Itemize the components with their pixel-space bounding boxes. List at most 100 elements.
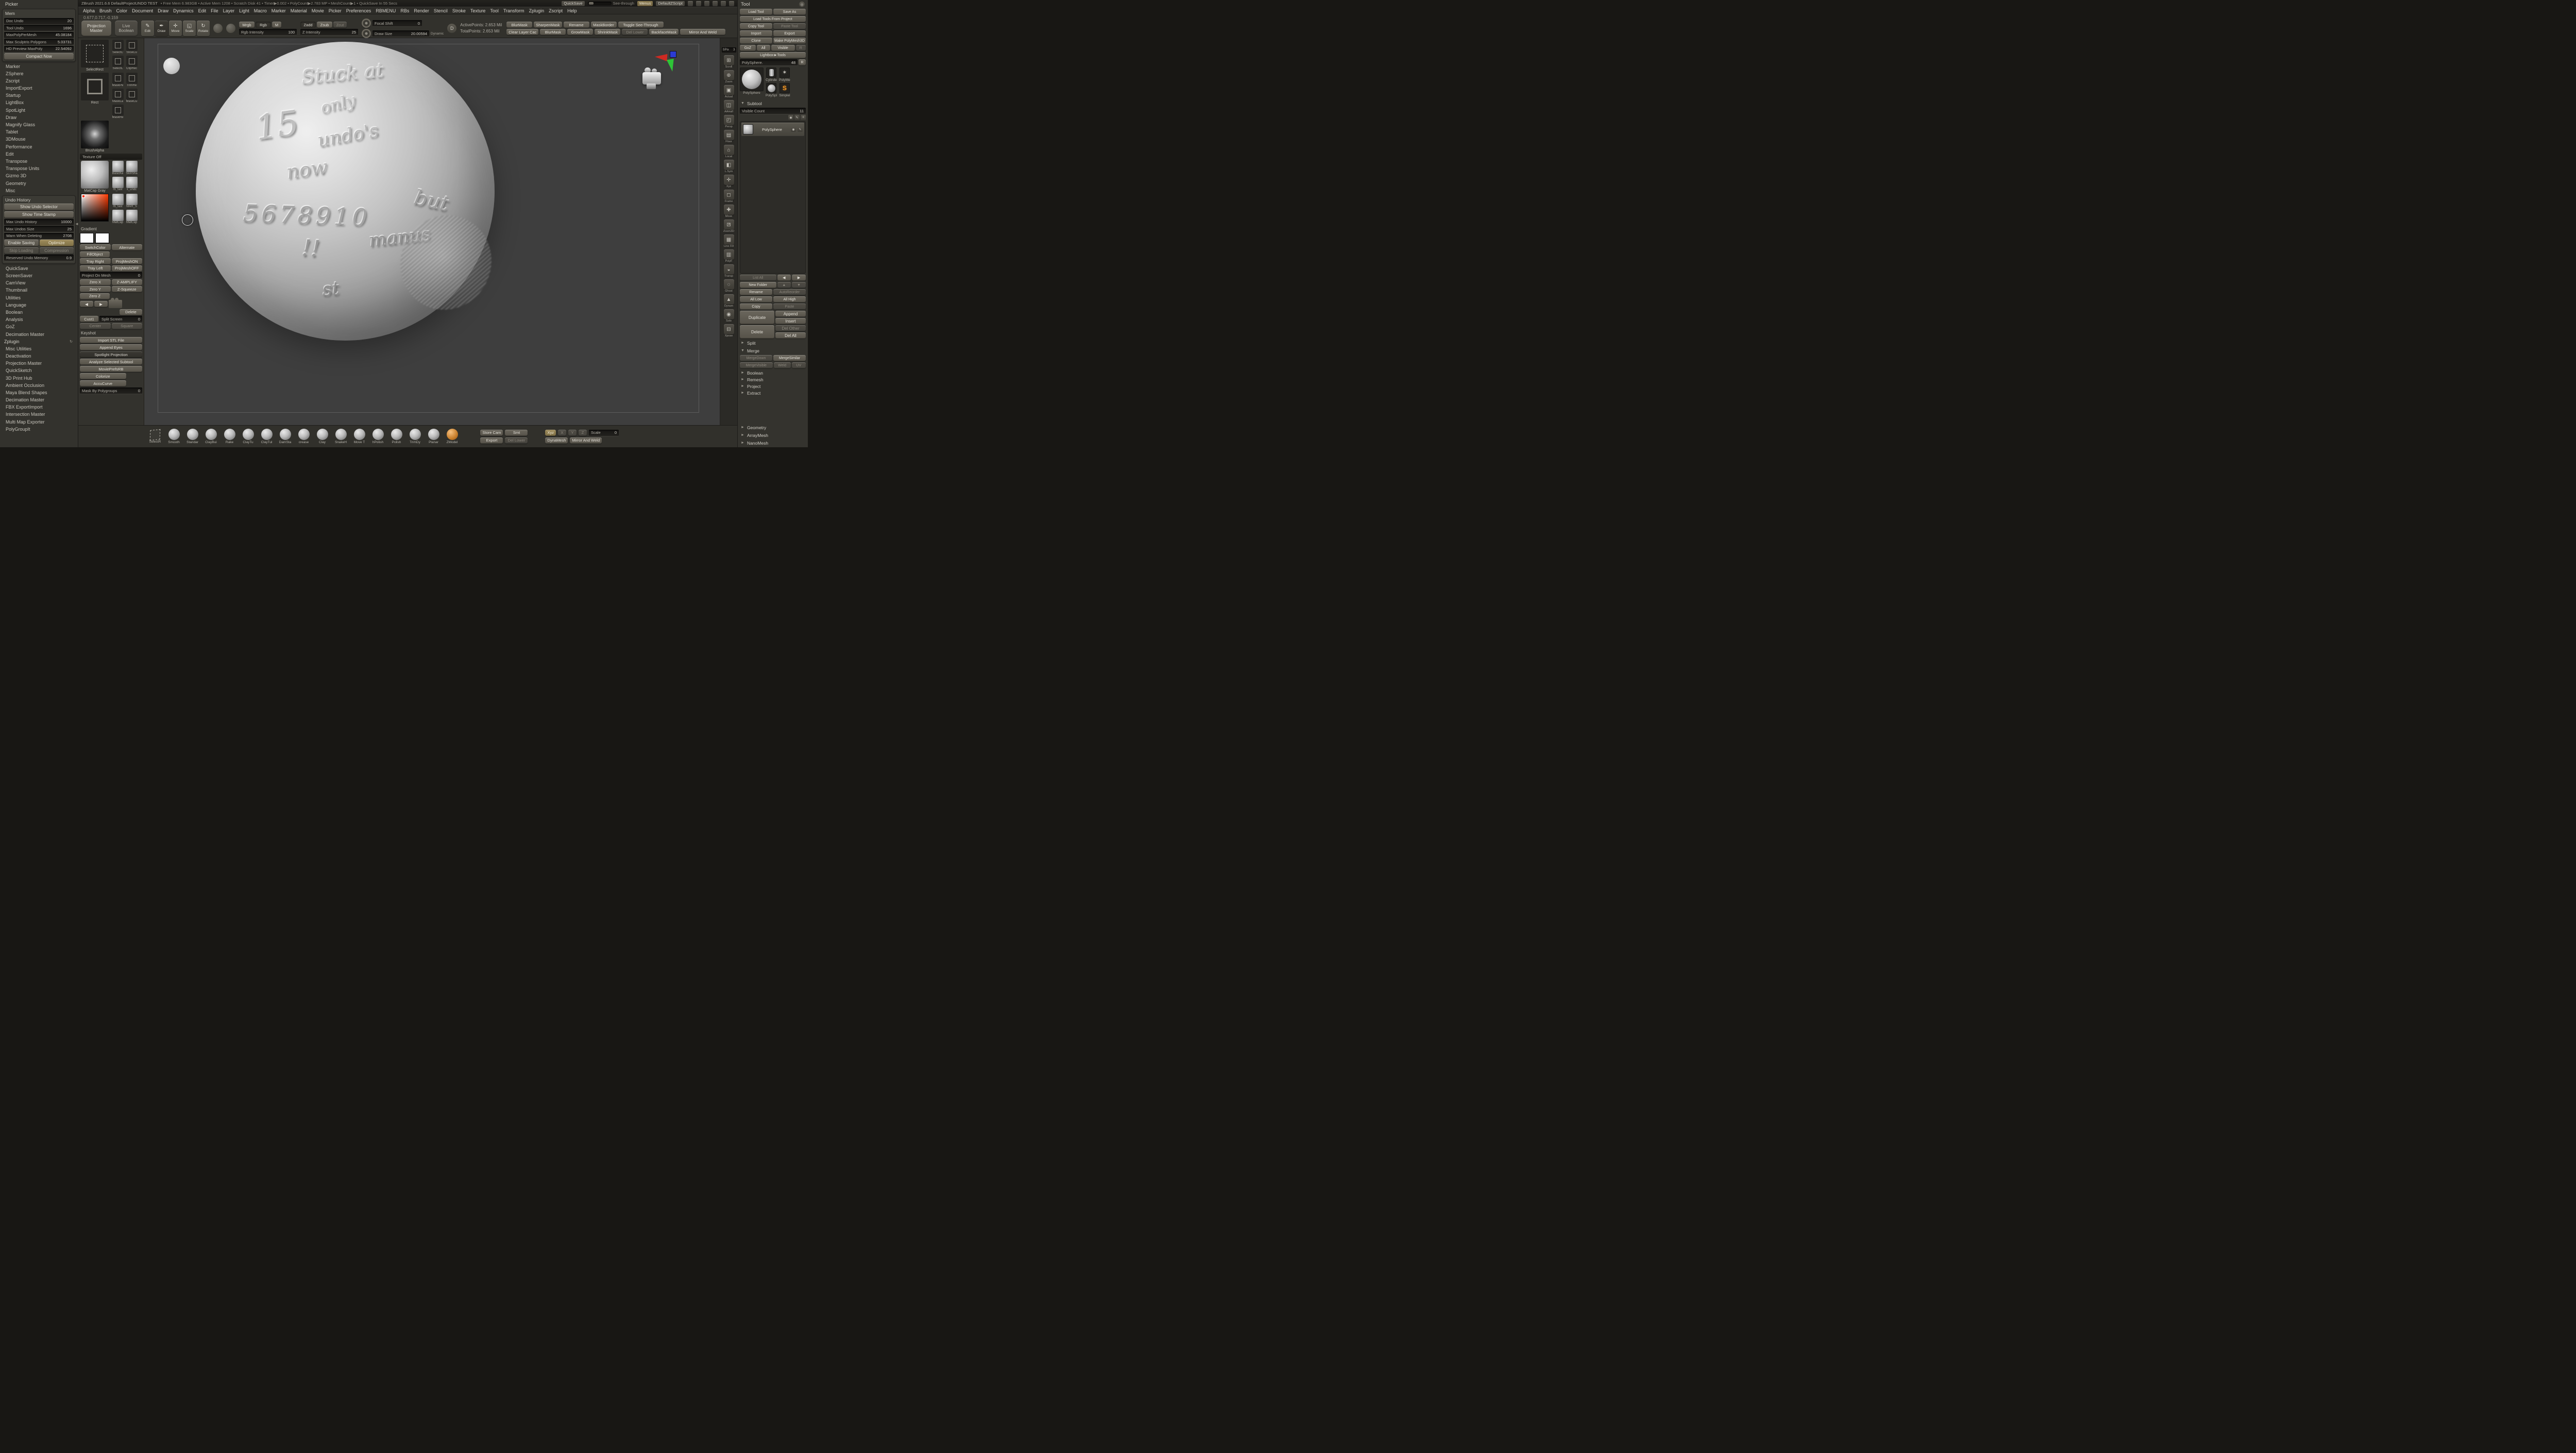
zplugin-item[interactable]: Intersection Master xyxy=(2,411,76,418)
x-axis-button[interactable]: X xyxy=(558,429,566,436)
draw-size-icon[interactable] xyxy=(362,29,371,38)
shelf-wide-button[interactable]: Append Eyes xyxy=(80,344,142,350)
list-all-button[interactable]: List All xyxy=(740,275,776,281)
menu-item[interactable]: Draw xyxy=(158,8,168,13)
palette-section-item[interactable]: 3DMouse xyxy=(2,136,76,143)
mini-material[interactable]: MAH_S xyxy=(125,194,138,209)
main-color-swatch[interactable] xyxy=(80,233,94,243)
shelf-icon[interactable]: ▤ xyxy=(723,130,734,140)
skip-loading-button[interactable]: Skip Loading xyxy=(4,247,39,254)
compact-now-button[interactable]: Compact Now xyxy=(4,53,74,60)
palette-section-item[interactable]: Geometry xyxy=(2,180,76,187)
zplugin-item[interactable]: PolyGroupIt xyxy=(2,426,76,433)
quicksave-button[interactable]: QuickSave xyxy=(562,1,585,6)
mini-material[interactable]: SkinSha xyxy=(125,161,138,176)
shelf-wide-button[interactable]: AccuCurve xyxy=(80,380,126,386)
shelf-wide-button[interactable]: Import STL File xyxy=(80,337,142,343)
undo-history-title[interactable]: Undo History xyxy=(4,197,74,204)
menus-button[interactable]: Menus xyxy=(637,1,653,6)
menu-item[interactable]: Marker xyxy=(272,8,286,13)
mask-button[interactable]: GrowMask xyxy=(567,29,594,35)
menu-item[interactable]: File xyxy=(211,8,218,13)
alternate-button[interactable]: Alternate xyxy=(111,244,142,250)
rgb-button[interactable]: Rgb xyxy=(256,22,271,28)
goz-all-button[interactable]: All xyxy=(756,45,770,51)
menu-item[interactable]: Help xyxy=(567,8,577,13)
palette-section-item[interactable]: ZSphere xyxy=(2,70,76,77)
paste-subtool-button[interactable]: Paste xyxy=(773,303,806,310)
split-screen-slider[interactable]: Split Screen 0 xyxy=(99,316,142,322)
mode-button[interactable]: ↻ Rotate xyxy=(197,21,210,36)
merge-similar-button[interactable]: MergeSimilar xyxy=(773,355,806,361)
mem-slider[interactable]: Max Sculptris Polygons 5.03731 xyxy=(4,39,74,45)
projmesh-off-button[interactable]: ProjMeshOFF xyxy=(111,265,142,272)
menu-item[interactable]: Tool xyxy=(490,8,499,13)
shelf-icon-item[interactable]: ▦ Line Fill xyxy=(723,234,734,248)
palette-section-item[interactable]: Thumbnail xyxy=(2,286,76,294)
focal-shift-slider[interactable]: Focal Shift 0 xyxy=(372,20,422,26)
undo-history-button[interactable]: Show Time Stamp xyxy=(4,211,74,218)
menu-item[interactable]: Preferences xyxy=(346,8,371,13)
menu-item[interactable]: Transform xyxy=(503,8,524,13)
mem-slider[interactable]: Doc Undo 20 xyxy=(4,18,74,24)
movie-next-button[interactable]: ▶ xyxy=(94,301,108,307)
goz-visible-button[interactable]: Visible xyxy=(771,45,795,51)
load-tools-from-project-button[interactable]: Load Tools From Project xyxy=(740,16,806,22)
palette-section-item[interactable]: Language xyxy=(2,301,76,309)
eye-icon[interactable]: ◉ xyxy=(788,115,793,120)
export-button[interactable]: Export xyxy=(773,30,806,37)
mask-by-polygroups-slider[interactable]: Mask By Polygroups 0 xyxy=(80,387,142,394)
see-through-control[interactable]: See-through xyxy=(587,1,634,6)
mini-material[interactable]: MatCap xyxy=(111,210,124,225)
save-as-button[interactable]: Save As xyxy=(773,9,806,15)
tool-section-header[interactable]: ► ArrayMesh xyxy=(740,432,806,438)
zplugin-item[interactable]: Projection Master xyxy=(2,360,76,367)
active-tool-slider[interactable]: PolySphere. 48 xyxy=(740,59,798,65)
brush-item[interactable]: Polish xyxy=(388,429,405,444)
shelf-icon-item[interactable]: ◌ Ghost xyxy=(723,279,734,293)
mini-brush[interactable]: SelectC xyxy=(111,40,124,55)
palette-section-item[interactable]: Analysis xyxy=(2,316,76,323)
palette-section-item[interactable]: LightBox xyxy=(2,99,76,106)
tool-palette-header[interactable]: Tool ◎ xyxy=(740,1,806,8)
palette-section-item[interactable]: ImportExport xyxy=(2,85,76,92)
rename-button[interactable]: Rename xyxy=(740,289,772,295)
tool-r-button[interactable]: R xyxy=(799,59,806,65)
zplugin-item[interactable]: Decimation Master xyxy=(2,396,76,403)
shelf-icon-item[interactable]: ⌂ Local xyxy=(723,145,734,159)
tool-section-header[interactable]: ► NanoMesh xyxy=(740,440,806,446)
palette-section-item[interactable]: Zscript xyxy=(2,77,76,85)
all-low-button[interactable]: All Low xyxy=(740,296,772,302)
z-axis-icon[interactable] xyxy=(670,51,676,58)
subtool-item[interactable]: PolySphere ◉ ✎ xyxy=(741,123,804,136)
palette-section-item[interactable]: Draw xyxy=(2,114,76,121)
titlebar-icon[interactable] xyxy=(704,1,709,6)
fill-object-button[interactable]: FillObject xyxy=(80,251,110,258)
zadd-button[interactable]: Zadd xyxy=(300,22,316,28)
active-brush-preview[interactable]: SelectR xyxy=(146,429,164,444)
shelf-icon-item[interactable]: ⊟ Xpose xyxy=(723,324,734,338)
zero-y-button[interactable]: Zero Y xyxy=(80,286,111,292)
tool-menu-icon[interactable]: ◎ xyxy=(799,2,805,7)
palette-section-item[interactable]: Utilities xyxy=(2,294,76,301)
z-intensity-slider[interactable]: Z Intensity 25 xyxy=(300,29,358,35)
subtool-section-header[interactable]: ▼ Subtool xyxy=(740,100,806,107)
mrgb-button[interactable]: Mrgb xyxy=(239,22,255,28)
zplugin-item[interactable]: FBX ExportImport xyxy=(2,403,76,411)
palette-section-item[interactable]: Transpose Units xyxy=(2,165,76,172)
delete-subtool-button[interactable]: Delete xyxy=(740,325,774,339)
menu-item[interactable]: Alpha xyxy=(83,8,95,13)
m-button[interactable]: M xyxy=(272,22,281,28)
menu-item[interactable]: RBMENU xyxy=(376,8,396,13)
menu-item[interactable]: Texture xyxy=(470,8,486,13)
dynamic-perspective-toggle[interactable]: D xyxy=(447,24,457,33)
copy-subtool-button[interactable]: Copy xyxy=(740,303,772,310)
palette-section-item[interactable]: ScreenSaver xyxy=(2,272,76,279)
brush-item[interactable]: ClayTu xyxy=(240,429,257,444)
mode-button[interactable]: ✛ Move xyxy=(169,21,182,36)
delete-movie-button[interactable]: Delete xyxy=(120,309,142,315)
mini-mask-brush[interactable]: MaskRe xyxy=(111,105,124,120)
shelf-icon-item[interactable]: ✛ Xyz xyxy=(723,175,734,189)
recent-tool-thumb[interactable]: S xyxy=(779,83,790,93)
brush-item[interactable]: ClayTul xyxy=(258,429,275,444)
